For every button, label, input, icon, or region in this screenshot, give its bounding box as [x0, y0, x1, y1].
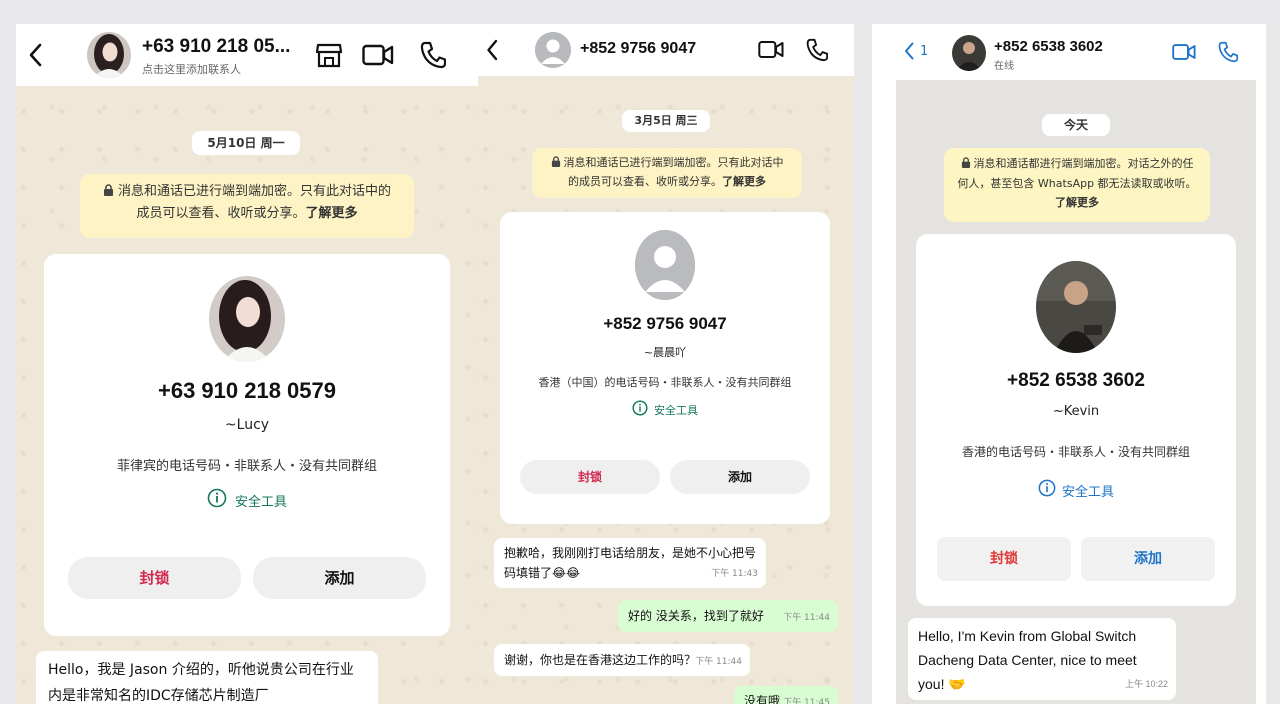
- date-separator: 今天: [1042, 114, 1110, 136]
- message-bubble[interactable]: Hello，我是 Jason 介绍的，听他说贵公司在行业内是非常知名的IDC存储…: [36, 651, 378, 704]
- safety-tools-label: 安全工具: [1061, 484, 1114, 500]
- message-bubble[interactable]: 抱歉哈，我刚刚打电话给朋友，是她不小心把号码填错了😂😂 下午 11:43: [494, 538, 766, 588]
- block-button[interactable]: 封锁: [520, 460, 660, 494]
- voice-call-icon[interactable]: [1218, 41, 1239, 67]
- contact-name[interactable]: +852 9756 9047: [580, 40, 696, 58]
- contact-subtitle[interactable]: 点击这里添加联系人: [142, 61, 241, 77]
- info-icon: [632, 400, 648, 420]
- info-icon: [207, 488, 227, 512]
- encryption-notice[interactable]: 消息和通话已进行端到端加密。只有此对话中的成员可以查看、收听或分享。了解更多: [532, 148, 802, 198]
- encryption-text: 消息和通话都进行端到端加密。对话之外的任何人，甚至包含 WhatsApp 都无法…: [957, 157, 1197, 190]
- contact-phone: +852 9756 9047: [603, 314, 727, 333]
- voice-call-icon[interactable]: [420, 41, 447, 73]
- date-separator: 5月10日 周一: [192, 131, 300, 155]
- message-bubble[interactable]: 好的 没关系，找到了就好 下午 11:44: [618, 600, 838, 632]
- lock-icon: [551, 155, 561, 173]
- contact-info-card: +852 9756 9047 ~晨晨吖 香港（中国）的电话号码・非联系人・没有共…: [500, 212, 830, 524]
- chat-header: 1 +852 6538 3602 在线: [872, 24, 1266, 80]
- message-text: 没有哦: [744, 694, 781, 704]
- learn-more-link[interactable]: 了解更多: [722, 175, 766, 188]
- message-time: 上午 10:22: [1124, 679, 1168, 689]
- learn-more-link[interactable]: 了解更多: [306, 206, 358, 221]
- message-text: 好的 没关系，找到了就好: [628, 609, 764, 623]
- chat-panel-kevin: 1 +852 6538 3602 在线 今天 消息和通话都进行端到端加密。对话之…: [872, 24, 1266, 704]
- contact-profile-name: ~Kevin: [1052, 404, 1100, 419]
- back-icon[interactable]: [28, 43, 42, 67]
- video-call-icon[interactable]: [362, 44, 394, 70]
- lock-icon: [103, 182, 114, 203]
- message-text: 谢谢，你也是在香港这边工作的吗？: [504, 653, 697, 667]
- lock-icon: [961, 155, 971, 174]
- safety-tools-label: 安全工具: [234, 494, 287, 510]
- chat-panel-chenchen: +852 9756 9047 3月5日 周三 消息和通话已进行端到端加密。只有此…: [478, 24, 854, 704]
- store-icon[interactable]: [315, 42, 343, 72]
- add-contact-button[interactable]: 添加: [1081, 537, 1215, 581]
- contact-profile-name: ~Lucy: [224, 417, 270, 433]
- encryption-notice[interactable]: 消息和通话都进行端到端加密。对话之外的任何人，甚至包含 WhatsApp 都无法…: [944, 148, 1210, 222]
- add-contact-button[interactable]: 添加: [253, 557, 426, 599]
- message-bubble[interactable]: 谢谢，你也是在香港这边工作的吗？ 下午 11:44: [494, 644, 750, 676]
- add-contact-button[interactable]: 添加: [670, 460, 810, 494]
- encryption-notice[interactable]: 消息和通话已进行端到端加密。只有此对话中的成员可以查看、收听或分享。了解更多: [80, 174, 414, 238]
- contact-description: 菲律宾的电话号码・非联系人・没有共同群组: [116, 459, 377, 474]
- default-avatar-icon[interactable]: [635, 230, 695, 300]
- date-separator: 3月5日 周三: [622, 110, 710, 132]
- contact-phone: +63 910 218 0579: [157, 378, 336, 403]
- learn-more-link[interactable]: 了解更多: [1055, 196, 1099, 209]
- contact-phone: +852 6538 3602: [1007, 370, 1145, 391]
- contact-status: 在线: [994, 61, 1014, 72]
- contact-name[interactable]: +63 910 218 05...: [142, 36, 290, 58]
- chat-panel-lucy: +63 910 218 05... 点击这里添加联系人 5月10日 周一 消息和…: [16, 24, 478, 704]
- message-text: Hello, I'm Kevin from Global Switch Dach…: [918, 628, 1137, 692]
- contact-info-card: +63 910 218 0579 ~Lucy 菲律宾的电话号码・非联系人・没有共…: [44, 254, 450, 636]
- avatar[interactable]: [952, 35, 986, 71]
- back-count: 1: [920, 43, 929, 59]
- avatar[interactable]: [87, 32, 131, 78]
- chat-header: +852 9756 9047: [478, 24, 854, 76]
- message-time: 下午 11:45: [783, 698, 830, 704]
- safety-tools-link[interactable]: 安全工具: [44, 488, 450, 512]
- contact-description: 香港的电话号码・非联系人・没有共同群组: [961, 445, 1190, 459]
- video-call-icon[interactable]: [758, 40, 784, 63]
- message-time: 下午 11:44: [695, 657, 742, 667]
- voice-call-icon[interactable]: [806, 38, 829, 66]
- back-icon[interactable]: 1: [904, 42, 928, 60]
- message-bubble[interactable]: Hello, I'm Kevin from Global Switch Dach…: [908, 618, 1176, 700]
- back-icon[interactable]: [486, 39, 498, 61]
- contact-name[interactable]: +852 6538 3602: [994, 38, 1103, 55]
- message-bubble[interactable]: 没有哦 下午 11:45: [734, 686, 838, 704]
- contact-profile-name: ~晨晨吖: [643, 346, 687, 359]
- chat-header: +63 910 218 05... 点击这里添加联系人: [16, 24, 478, 86]
- block-button[interactable]: 封锁: [937, 537, 1071, 581]
- contact-avatar[interactable]: [209, 276, 285, 362]
- contact-info-card: +852 6538 3602 ~Kevin 香港的电话号码・非联系人・没有共同群…: [916, 234, 1236, 606]
- safety-tools-link[interactable]: 安全工具: [916, 479, 1236, 501]
- contact-description: 香港（中国）的电话号码・非联系人・没有共同群组: [538, 376, 792, 389]
- message-time: 下午 11:43: [711, 569, 758, 579]
- safety-tools-link[interactable]: 安全工具: [500, 400, 830, 420]
- block-button[interactable]: 封锁: [68, 557, 241, 599]
- info-icon: [1038, 479, 1056, 501]
- message-time: 下午 11:44: [783, 613, 830, 623]
- default-avatar-icon[interactable]: [535, 32, 571, 68]
- contact-avatar[interactable]: [1036, 261, 1116, 353]
- video-call-icon[interactable]: [1172, 43, 1196, 65]
- safety-tools-label: 安全工具: [654, 404, 698, 417]
